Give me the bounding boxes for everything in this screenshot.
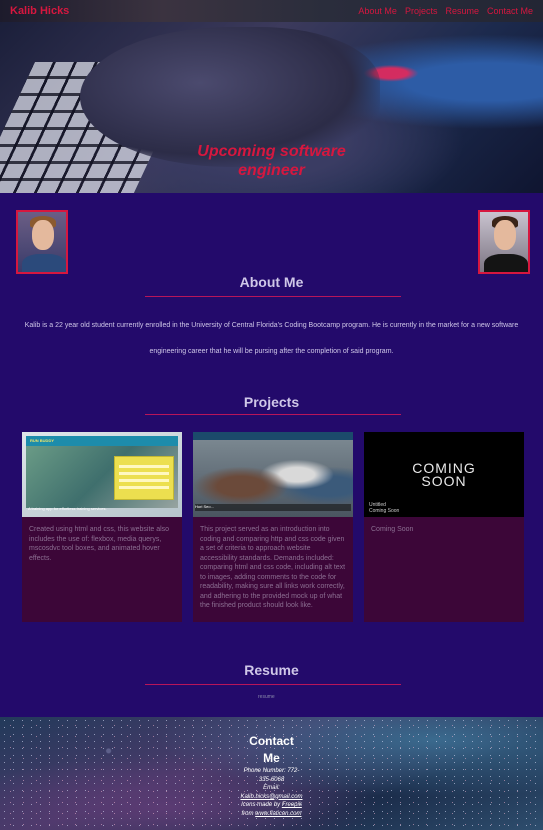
nav-links: About Me Projects Resume Contact Me — [358, 6, 533, 16]
coming-small-line2: Coming Soon — [369, 508, 400, 514]
about-divider — [145, 296, 401, 297]
top-navbar: Kalib Hicks About Me Projects Resume Con… — [0, 0, 543, 22]
phone-line2: 335-6068 — [258, 776, 285, 783]
contact-heading-line2: Me — [263, 751, 280, 765]
avatar-left — [16, 210, 68, 274]
avatar-right — [478, 210, 530, 274]
icon-credit: Icons made by Freepik — [0, 801, 543, 810]
image-caption: A training app for effortless training s… — [28, 506, 107, 511]
email-link[interactable]: Kalib.hicks@gmail.com — [240, 794, 302, 800]
coming-line2: SOON — [421, 473, 467, 489]
credit-from: from — [241, 810, 256, 817]
nav-link-about[interactable]: About Me — [358, 6, 397, 16]
nav-link-projects[interactable]: Projects — [405, 6, 438, 16]
phone-line1: Phone Number: 772- — [243, 768, 300, 774]
coming-small-text: Untitled Coming Soon — [369, 502, 399, 514]
project-card-3[interactable]: COMING SOON Untitled Coming Soon Coming … — [364, 432, 524, 622]
form-line — [119, 486, 169, 489]
nav-link-contact[interactable]: Contact Me — [487, 6, 533, 16]
project-image-2[interactable]: Hori Seo... — [193, 432, 353, 517]
projects-heading: Projects — [243, 394, 300, 410]
hero-title-line1: Upcoming software — [197, 143, 346, 160]
project-description-3: Coming Soon — [371, 526, 414, 533]
resume-divider — [145, 684, 401, 685]
projects-divider — [145, 414, 401, 415]
credit-site-link[interactable]: www.flaticon.com — [255, 811, 301, 817]
form-line — [119, 465, 169, 468]
site-header-bar — [193, 432, 353, 440]
about-text: Kalib is a 22 year old student currently… — [14, 313, 529, 365]
form-line — [119, 479, 169, 482]
email-label: Email: — [263, 785, 280, 791]
shirt — [484, 254, 528, 272]
hero-title-line2: engineer — [238, 162, 305, 179]
project-image-1[interactable]: RUN BUDDY A training app for effortless … — [22, 432, 182, 517]
credit-author-link[interactable]: Freepik — [282, 802, 302, 808]
contact-info: Phone Number: 772- 335-6068 Email: Kalib… — [0, 767, 543, 818]
about-heading: About Me — [239, 274, 304, 290]
project-description-2: This project served as an introduction i… — [200, 526, 346, 609]
face — [32, 220, 54, 250]
face — [494, 220, 516, 250]
project-card-1[interactable]: RUN BUDDY A training app for effortless … — [22, 432, 182, 622]
about-text-line1: Kalib is a 22 year old student currently… — [24, 322, 519, 329]
project-image-3[interactable]: COMING SOON Untitled Coming Soon — [364, 432, 524, 517]
project-card-2[interactable]: Hori Seo... This project served as an in… — [193, 432, 353, 622]
contact-heading: Contact Me — [0, 733, 543, 767]
contact-footer: Contact Me Phone Number: 772- 335-6068 E… — [0, 717, 543, 830]
form-line — [119, 472, 169, 475]
shirt — [22, 254, 66, 272]
contact-heading-line1: Contact — [249, 734, 294, 748]
brand-name[interactable]: Kalib Hicks — [10, 5, 69, 17]
coming-soon-graphic: COMING SOON — [364, 461, 524, 489]
project-description-1: Created using html and css, this website… — [29, 526, 170, 562]
signup-form — [114, 456, 174, 500]
hero-banner: Upcoming software engineer — [0, 22, 543, 193]
site-logo: RUN BUDDY — [30, 438, 54, 443]
about-text-line2: engineering career that he will be pursi… — [149, 348, 394, 355]
resume-image[interactable]: resume — [258, 694, 275, 700]
resume-heading: Resume — [244, 662, 299, 678]
credit-prefix: Icons made by — [241, 802, 282, 808]
image-caption: Hori Seo... — [195, 504, 351, 511]
nav-link-resume[interactable]: Resume — [445, 6, 479, 16]
hero-title: Upcoming software engineer — [0, 142, 543, 180]
icon-credit-site: from www.flaticon.com — [0, 810, 543, 819]
